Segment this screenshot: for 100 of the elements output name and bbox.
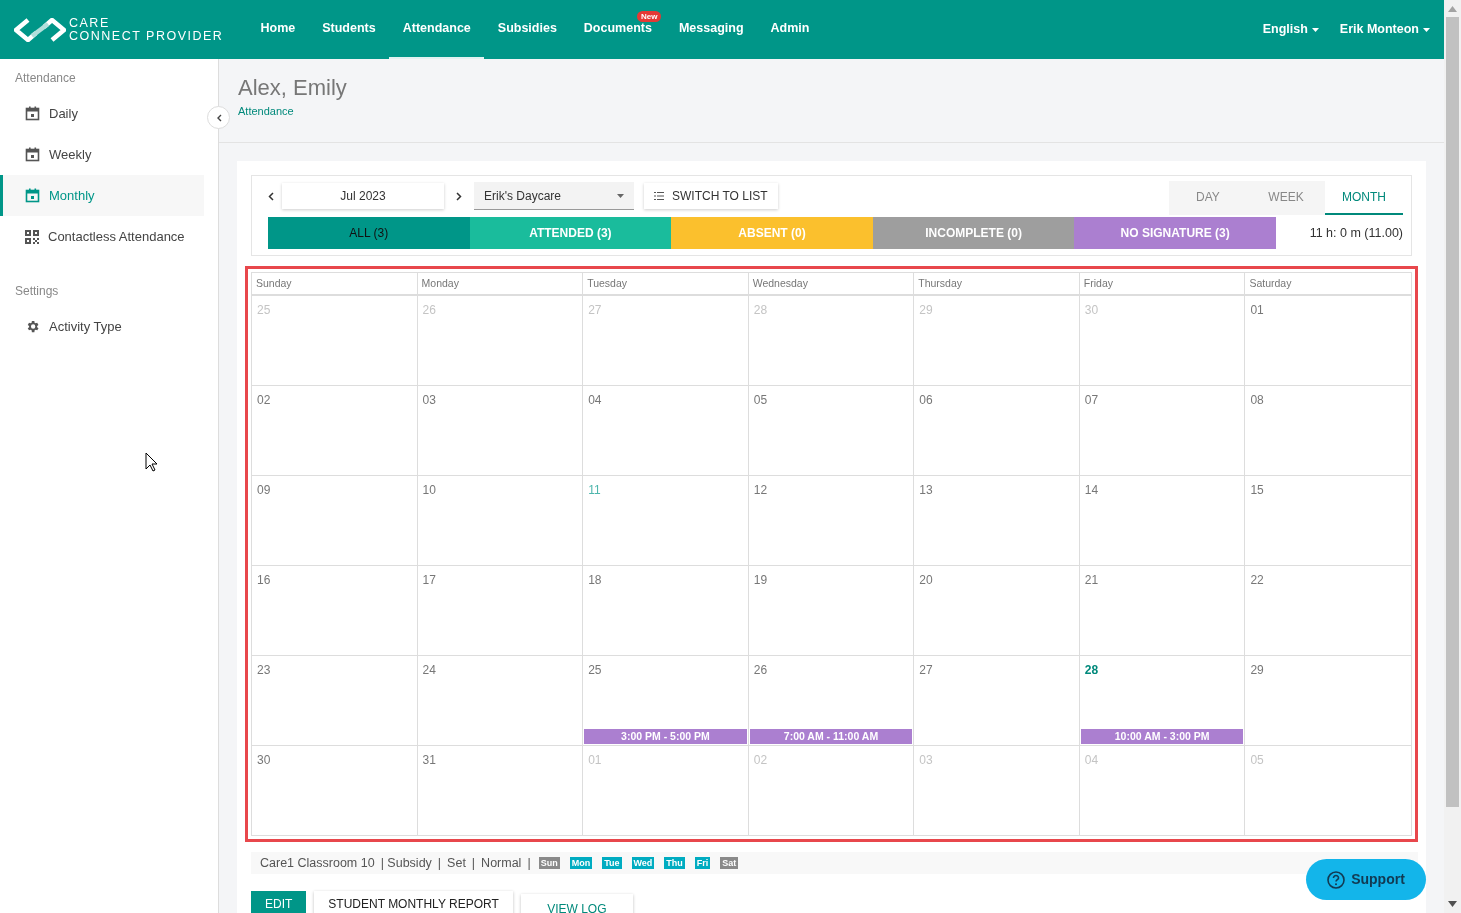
view-tab[interactable]: MONTH <box>1325 181 1403 215</box>
chevron-left-icon <box>268 191 274 201</box>
action-button[interactable]: STUDENT MONTHLY REPORT <box>314 891 513 913</box>
total-hours: 11 h: 0 m (11.00) <box>1309 224 1403 242</box>
action-button[interactable]: VIEW LOG <box>520 894 633 913</box>
calendar-day-cell[interactable]: 01 <box>1245 296 1411 385</box>
header-dropdown[interactable]: Erik Monteon <box>1339 20 1430 39</box>
day-number: 16 <box>256 572 272 589</box>
header-dropdown[interactable]: English <box>1262 20 1319 39</box>
scroll-down-arrow-icon[interactable] <box>1448 901 1457 907</box>
nav-link[interactable]: Students <box>308 0 390 59</box>
calendar-day-cell[interactable]: 05 <box>748 386 915 475</box>
brand-name: CARE <box>69 16 111 30</box>
calendar-day-cell[interactable]: 07 <box>1079 386 1246 475</box>
day-number: 03 <box>421 392 437 409</box>
sidebar-heading: Settings <box>14 283 60 296</box>
calendar-day-cell[interactable]: 29 <box>1245 656 1411 745</box>
calendar-day-cell[interactable]: 30 <box>252 746 418 835</box>
calendar-day-cell[interactable]: 23 <box>252 656 418 745</box>
calendar-day-cell[interactable]: 25 3:00 PM - 5:00 PM <box>583 656 749 745</box>
location-dropdown[interactable]: Erik's Daycare <box>474 182 634 210</box>
view-tab[interactable]: DAY <box>1169 181 1247 215</box>
status-filter-tab[interactable]: ALL (3) <box>268 217 470 249</box>
day-number: 25 <box>256 302 272 319</box>
calendar-day-cell[interactable]: 22 <box>1245 566 1411 655</box>
calendar-day-cell[interactable]: 28 10:00 AM - 3:00 PM <box>1079 656 1246 745</box>
calendar-day-cell[interactable]: 17 <box>417 566 584 655</box>
sidebar-heading: Attendance <box>14 70 77 83</box>
attendance-event[interactable]: 10:00 AM - 3:00 PM <box>1080 729 1244 744</box>
day-number: 10 <box>421 482 437 499</box>
info-text: | <box>437 854 442 872</box>
day-number: 01 <box>587 752 603 769</box>
calendar-day-cell[interactable]: 10 <box>417 476 584 565</box>
view-tab[interactable]: WEEK <box>1247 181 1325 215</box>
day-number: 27 <box>587 302 603 319</box>
calendar-day-cell[interactable]: 27 <box>914 656 1080 745</box>
day-number: 18 <box>587 572 603 589</box>
calendar-day-cell[interactable]: 19 <box>748 566 915 655</box>
calendar-day-cell[interactable]: 04 <box>583 386 749 475</box>
page-title: Alex, Emily <box>238 75 348 101</box>
calendar-day-cell[interactable]: 12 <box>748 476 915 565</box>
status-filter-tab[interactable]: INCOMPLETE (0) <box>872 217 1075 249</box>
list-icon <box>654 192 664 200</box>
breadcrumb-link[interactable]: Attendance <box>238 103 1425 120</box>
caret-icon <box>617 193 624 198</box>
calendar-icon <box>25 106 40 121</box>
info-text: | <box>471 854 476 872</box>
info-text: Normal <box>481 854 522 872</box>
calendar-day-cell[interactable]: 21 <box>1079 566 1246 655</box>
sidebar-item[interactable]: Activity Type <box>0 306 204 347</box>
calendar-day-cell[interactable]: 20 <box>914 566 1080 655</box>
day-number: 02 <box>256 392 272 409</box>
day-number: 17 <box>421 572 437 589</box>
attendance-event[interactable]: 3:00 PM - 5:00 PM <box>584 729 747 744</box>
status-filter-tab[interactable]: ATTENDED (3) <box>469 217 672 249</box>
status-filter-tab[interactable]: NO SIGNATURE (3) <box>1074 217 1276 249</box>
scrollbar-thumb[interactable] <box>1446 17 1459 807</box>
day-number: 01 <box>1249 302 1265 319</box>
calendar-day-cell[interactable]: 16 <box>252 566 418 655</box>
calendar-day-cell[interactable]: 02 <box>252 386 418 475</box>
calendar-day-cell[interactable]: 24 <box>417 656 584 745</box>
calendar-day-cell[interactable]: 31 <box>417 746 584 835</box>
day-number: 03 <box>918 752 934 769</box>
sidebar-item[interactable]: Monthly <box>0 175 204 216</box>
scrollbar[interactable] <box>1444 0 1461 913</box>
nav-link[interactable]: Subsidies <box>484 0 571 59</box>
caret-icon <box>1311 27 1319 32</box>
calendar-icon <box>25 147 40 162</box>
day-number: 08 <box>1249 392 1265 409</box>
caret-icon <box>1423 27 1430 32</box>
nav-link[interactable]: Admin <box>757 0 823 59</box>
calendar-day-cell[interactable]: 08 <box>1245 386 1411 475</box>
calendar-day-cell[interactable]: 11 <box>583 476 749 565</box>
nav-link[interactable]: Messaging <box>665 0 758 59</box>
calendar-day-cell[interactable]: 13 <box>914 476 1080 565</box>
weekday-chip: Fri <box>694 857 711 869</box>
sidebar-item[interactable]: Weekly <box>0 134 204 175</box>
calendar-day-cell[interactable]: 18 <box>583 566 749 655</box>
calendar-day-cell[interactable]: 15 <box>1245 476 1411 565</box>
weekday-header: Monday <box>417 273 584 294</box>
weekday-chip: Wed <box>631 857 655 869</box>
action-button[interactable]: EDIT <box>251 891 307 913</box>
calendar-day-cell[interactable]: 06 <box>914 386 1080 475</box>
calendar-day-cell[interactable]: 03 <box>417 386 584 475</box>
calendar-day-cell[interactable]: 09 <box>252 476 418 565</box>
sidebar-item[interactable]: Daily <box>0 93 204 134</box>
info-text: Care1 Classroom 10 <box>260 854 375 872</box>
attendance-event[interactable]: 7:00 AM - 11:00 AM <box>749 729 913 744</box>
day-number: 29 <box>918 302 934 319</box>
calendar-day-cell[interactable]: 14 <box>1079 476 1246 565</box>
nav-link[interactable]: Home <box>247 0 309 59</box>
calendar-day-cell[interactable]: 26 7:00 AM - 11:00 AM <box>748 656 915 745</box>
scroll-up-arrow-icon[interactable] <box>1448 6 1457 12</box>
switch-to-list-button[interactable]: SWITCH TO LIST <box>644 183 778 209</box>
month-field[interactable]: Jul 2023 <box>282 183 444 209</box>
cursor-icon <box>145 452 158 472</box>
day-number: 13 <box>918 482 934 499</box>
support-button[interactable]: Support <box>1306 859 1426 900</box>
sidebar-item[interactable]: Contactless Attendance <box>0 216 204 257</box>
nav-link[interactable]: New Documents <box>570 0 666 59</box>
